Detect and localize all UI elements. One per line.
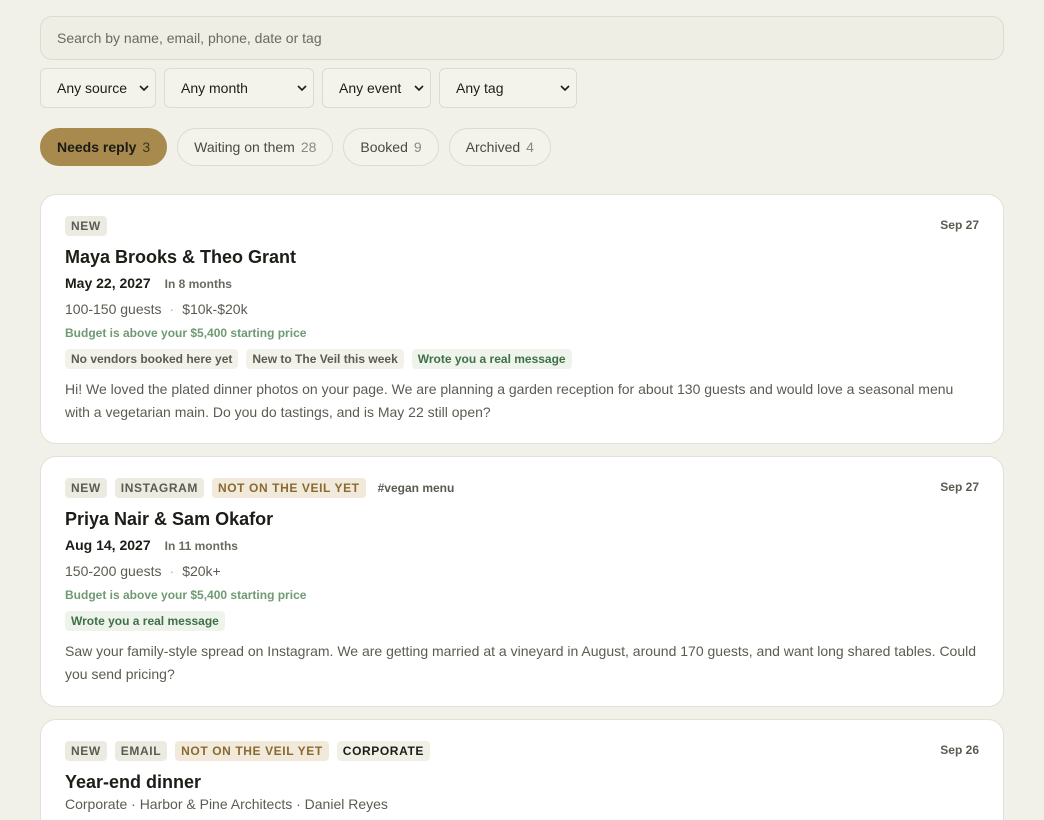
search-input[interactable] [40,16,1004,60]
new-badge: NEW [65,478,107,498]
chevron-down-icon [139,85,149,92]
event-subtitle: Corporate · Harbor & Pine Architects · D… [65,796,388,812]
received-date: Sep 26 [940,743,979,757]
received-date: Sep 27 [940,218,979,232]
budget-note: Budget is above your $5,400 starting pri… [65,588,307,602]
event-name: Year-end dinner [65,772,202,792]
tab-label: Waiting on them [194,139,295,155]
chevron-down-icon [560,85,570,92]
event-date: May 22, 2027 [65,275,151,291]
tab-needs-reply[interactable]: Needs reply 3 [40,128,168,166]
time-until-event: In 8 months [164,277,232,291]
tab-label: Archived [465,139,521,155]
new-badge: NEW [65,741,107,761]
guest-count: 100-150 guests [65,301,162,317]
event-date-row: May 22, 2027 In 8 months [65,275,979,291]
guest-count: 150-200 guests [65,563,162,579]
separator-dot: · [169,301,175,317]
message-preview: Saw your family-style spread on Instagra… [65,643,977,682]
tab-label: Booked [360,139,408,155]
message-preview: Hi! We loved the plated dinner photos on… [65,381,954,420]
tab-count: 4 [526,139,534,155]
inquiry-card[interactable]: NEW Sep 27 Maya Brooks & Theo Grant May … [40,194,1004,444]
budget-range: $10k-$20k [182,301,248,317]
source-badge: INSTAGRAM [114,478,204,498]
tag-row: Wrote you a real message [65,611,979,631]
not-on-veil-badge: NOT ON THE VEIL YET [211,478,366,498]
time-until-event: In 11 months [164,539,238,553]
month-filter-select[interactable]: Any month [164,68,314,108]
badge-row: NEW [65,215,979,237]
tab-label: Needs reply [57,139,137,155]
budget-note: Budget is above your $5,400 starting pri… [65,326,307,340]
tab-booked[interactable]: Booked 9 [343,128,439,166]
tab-count: 3 [142,139,151,155]
chevron-down-icon [414,85,424,92]
month-filter-label: Any month [181,80,248,96]
tag: New to The Veil this week [246,349,404,369]
not-on-veil-badge: NOT ON THE VEIL YET [175,741,329,761]
tab-count: 9 [413,139,422,155]
budget-range: $20k+ [182,563,221,579]
tab-waiting-on-them[interactable]: Waiting on them 28 [177,128,334,166]
hashtag: #vegan menu [377,481,455,495]
couple-name: Maya Brooks & Theo Grant [65,247,297,267]
event-date-row: Aug 14, 2027 In 11 months [65,537,979,553]
event-date: Aug 14, 2027 [65,537,151,553]
tag-filter-label: Any tag [456,80,504,96]
corporate-badge: CORPORATE [336,741,430,761]
source-filter-label: Any source [57,80,128,96]
chevron-down-icon [297,85,307,92]
badge-row: NEW EMAIL NOT ON THE VEIL YET CORPORATE [65,740,979,762]
separator-dot: · [169,563,175,579]
source-badge: EMAIL [114,741,168,761]
tag: No vendors booked here yet [65,349,239,369]
badge-row: NEW INSTAGRAM NOT ON THE VEIL YET #vegan… [65,477,979,499]
status-tabs: Needs reply 3 Waiting on them 28 Booked … [40,128,551,166]
event-filter-label: Any event [339,80,402,96]
event-filter-select[interactable]: Any event [322,68,431,108]
tag: Wrote you a real message [411,349,572,369]
new-badge: NEW [65,216,107,236]
tag: Wrote you a real message [65,611,225,631]
tab-archived[interactable]: Archived 4 [448,128,551,166]
tag-row: No vendors booked here yet New to The Ve… [65,349,979,369]
guests-budget-row: 100-150 guests · $10k-$20k [65,301,979,317]
couple-name: Priya Nair & Sam Okafor [65,509,274,529]
tab-count: 28 [300,139,317,155]
inquiry-card[interactable]: NEW EMAIL NOT ON THE VEIL YET CORPORATE … [40,719,1004,820]
tag-filter-select[interactable]: Any tag [439,68,577,108]
filter-bar: Any source Any month Any event Any tag [40,68,577,108]
received-date: Sep 27 [940,480,979,494]
guests-budget-row: 150-200 guests · $20k+ [65,563,979,579]
source-filter-select[interactable]: Any source [40,68,156,108]
inquiry-card[interactable]: NEW INSTAGRAM NOT ON THE VEIL YET #vegan… [40,456,1004,707]
